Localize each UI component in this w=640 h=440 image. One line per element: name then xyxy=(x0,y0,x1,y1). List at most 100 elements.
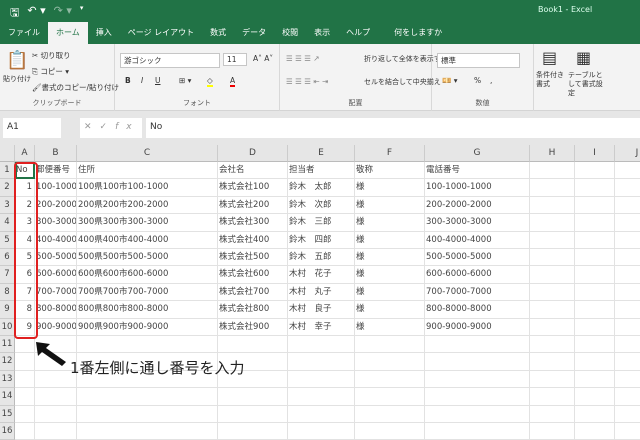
cell-F7[interactable]: 様 xyxy=(355,266,425,284)
cell-I4[interactable] xyxy=(575,214,615,232)
format-painter-button[interactable]: 🖌書式のコピー/貼り付け xyxy=(32,82,119,93)
cell-B2[interactable]: 100-1000 xyxy=(35,179,77,197)
cell-G5[interactable]: 400-4000-4000 xyxy=(425,231,530,249)
cell-I15[interactable] xyxy=(575,405,615,423)
cell-D8[interactable]: 株式会社700 xyxy=(218,283,288,302)
cell-I9[interactable] xyxy=(575,301,615,319)
cell-G2[interactable]: 100-1000-1000 xyxy=(425,179,530,197)
cell-B6[interactable]: 500-5000 xyxy=(35,249,77,267)
paste-button[interactable]: 貼り付け xyxy=(3,74,31,84)
cell-H14[interactable] xyxy=(530,388,575,406)
cell-I2[interactable] xyxy=(575,179,615,197)
number-format-select[interactable]: 標準 xyxy=(437,53,520,68)
percent-button[interactable]: % xyxy=(474,76,481,85)
cell-H5[interactable] xyxy=(530,231,575,249)
cell-E10[interactable]: 木村 幸子 xyxy=(288,318,355,336)
cell-H10[interactable] xyxy=(530,318,575,336)
column-header-G[interactable]: G xyxy=(425,145,530,162)
row-header-6[interactable]: 6 xyxy=(0,249,15,267)
cell-F8[interactable]: 様 xyxy=(355,283,425,302)
cell-H8[interactable] xyxy=(530,283,575,302)
cell-C1[interactable]: 住所 xyxy=(77,162,218,180)
cell-D1[interactable]: 会社名 xyxy=(218,162,288,180)
cell-E4[interactable]: 鈴木 三郎 xyxy=(288,214,355,232)
cell-C11[interactable] xyxy=(77,336,218,354)
cell-J10[interactable] xyxy=(615,319,640,336)
copy-button[interactable]: ⎘ コピー ▾ xyxy=(32,66,69,77)
cell-H9[interactable] xyxy=(530,301,575,319)
row-header-13[interactable]: 13 xyxy=(0,370,15,389)
cell-I14[interactable] xyxy=(575,388,615,406)
cell-B9[interactable]: 800-8000 xyxy=(35,301,77,319)
cell-E7[interactable]: 木村 花子 xyxy=(288,266,355,284)
row-header-5[interactable]: 5 xyxy=(0,231,15,249)
formula-input[interactable]: No xyxy=(146,118,640,138)
cell-B1[interactable]: 郵便番号 xyxy=(35,162,77,180)
cell-D5[interactable]: 株式会社400 xyxy=(218,231,288,249)
cell-H7[interactable] xyxy=(530,266,575,284)
cell-C10[interactable]: 900県900市900-9000 xyxy=(77,318,218,336)
cell-G16[interactable] xyxy=(425,423,530,440)
cell-B4[interactable]: 300-3000 xyxy=(35,214,77,232)
row-header-10[interactable]: 10 xyxy=(0,318,15,336)
cell-H16[interactable] xyxy=(530,423,575,440)
cell-C9[interactable]: 800県800市800-8000 xyxy=(77,301,218,319)
cell-B16[interactable] xyxy=(35,423,77,440)
column-header-B[interactable]: B xyxy=(35,145,77,162)
cell-F3[interactable]: 様 xyxy=(355,196,425,215)
cell-G3[interactable]: 200-2000-2000 xyxy=(425,196,530,215)
cell-J3[interactable] xyxy=(615,197,640,215)
column-header-C[interactable]: C xyxy=(77,145,218,162)
cell-E13[interactable] xyxy=(288,370,355,389)
cell-F12[interactable] xyxy=(355,353,425,371)
cell-D14[interactable] xyxy=(218,388,288,406)
border-icon[interactable]: ⊞ ▾ xyxy=(179,76,191,85)
cell-D6[interactable]: 株式会社500 xyxy=(218,249,288,267)
cell-E16[interactable] xyxy=(288,423,355,440)
cell-E11[interactable] xyxy=(288,336,355,354)
cell-F13[interactable] xyxy=(355,370,425,389)
cell-I7[interactable] xyxy=(575,266,615,284)
cell-I1[interactable] xyxy=(575,162,615,180)
tab-4[interactable]: 数式 xyxy=(202,22,234,44)
cell-C4[interactable]: 300県300市300-3000 xyxy=(77,214,218,232)
cell-J13[interactable] xyxy=(615,371,640,389)
font-name-select[interactable]: 游ゴシック xyxy=(120,53,220,68)
cell-A14[interactable] xyxy=(15,388,35,406)
format-as-table-button[interactable]: テーブルとして書式設定 xyxy=(568,71,608,98)
select-all-corner[interactable] xyxy=(0,145,15,162)
cancel-icon[interactable]: ✕ xyxy=(84,122,100,132)
cell-D10[interactable]: 株式会社900 xyxy=(218,318,288,336)
cell-F4[interactable]: 様 xyxy=(355,214,425,232)
cell-D4[interactable]: 株式会社300 xyxy=(218,214,288,232)
cell-I11[interactable] xyxy=(575,336,615,354)
cell-J12[interactable] xyxy=(615,353,640,371)
cell-H6[interactable] xyxy=(530,249,575,267)
cell-J4[interactable] xyxy=(615,214,640,232)
cell-C14[interactable] xyxy=(77,388,218,406)
cell-J2[interactable] xyxy=(615,179,640,197)
cell-G15[interactable] xyxy=(425,405,530,423)
cell-F16[interactable] xyxy=(355,423,425,440)
cell-J11[interactable] xyxy=(615,336,640,354)
cell-F11[interactable] xyxy=(355,336,425,354)
cell-J15[interactable] xyxy=(615,406,640,423)
fill-color-icon[interactable]: ◇ xyxy=(207,76,213,87)
row-header-12[interactable]: 12 xyxy=(0,353,15,371)
cell-J9[interactable] xyxy=(615,301,640,319)
conditional-format-button[interactable]: 条件付き書式 xyxy=(536,71,566,89)
cell-G4[interactable]: 300-3000-3000 xyxy=(425,214,530,232)
tell-me-search[interactable]: 何をしますか xyxy=(386,22,450,44)
cell-H11[interactable] xyxy=(530,336,575,354)
cell-C15[interactable] xyxy=(77,405,218,423)
row-header-8[interactable]: 8 xyxy=(0,283,15,302)
cell-G9[interactable]: 800-8000-8000 xyxy=(425,301,530,319)
cell-J16[interactable] xyxy=(615,423,640,440)
insert-function-icon[interactable]: fx xyxy=(115,122,140,132)
row-header-7[interactable]: 7 xyxy=(0,266,15,284)
cell-A15[interactable] xyxy=(15,405,35,423)
row-header-15[interactable]: 15 xyxy=(0,405,15,423)
cell-E12[interactable] xyxy=(288,353,355,371)
cell-F6[interactable]: 様 xyxy=(355,249,425,267)
row-header-3[interactable]: 3 xyxy=(0,196,15,215)
